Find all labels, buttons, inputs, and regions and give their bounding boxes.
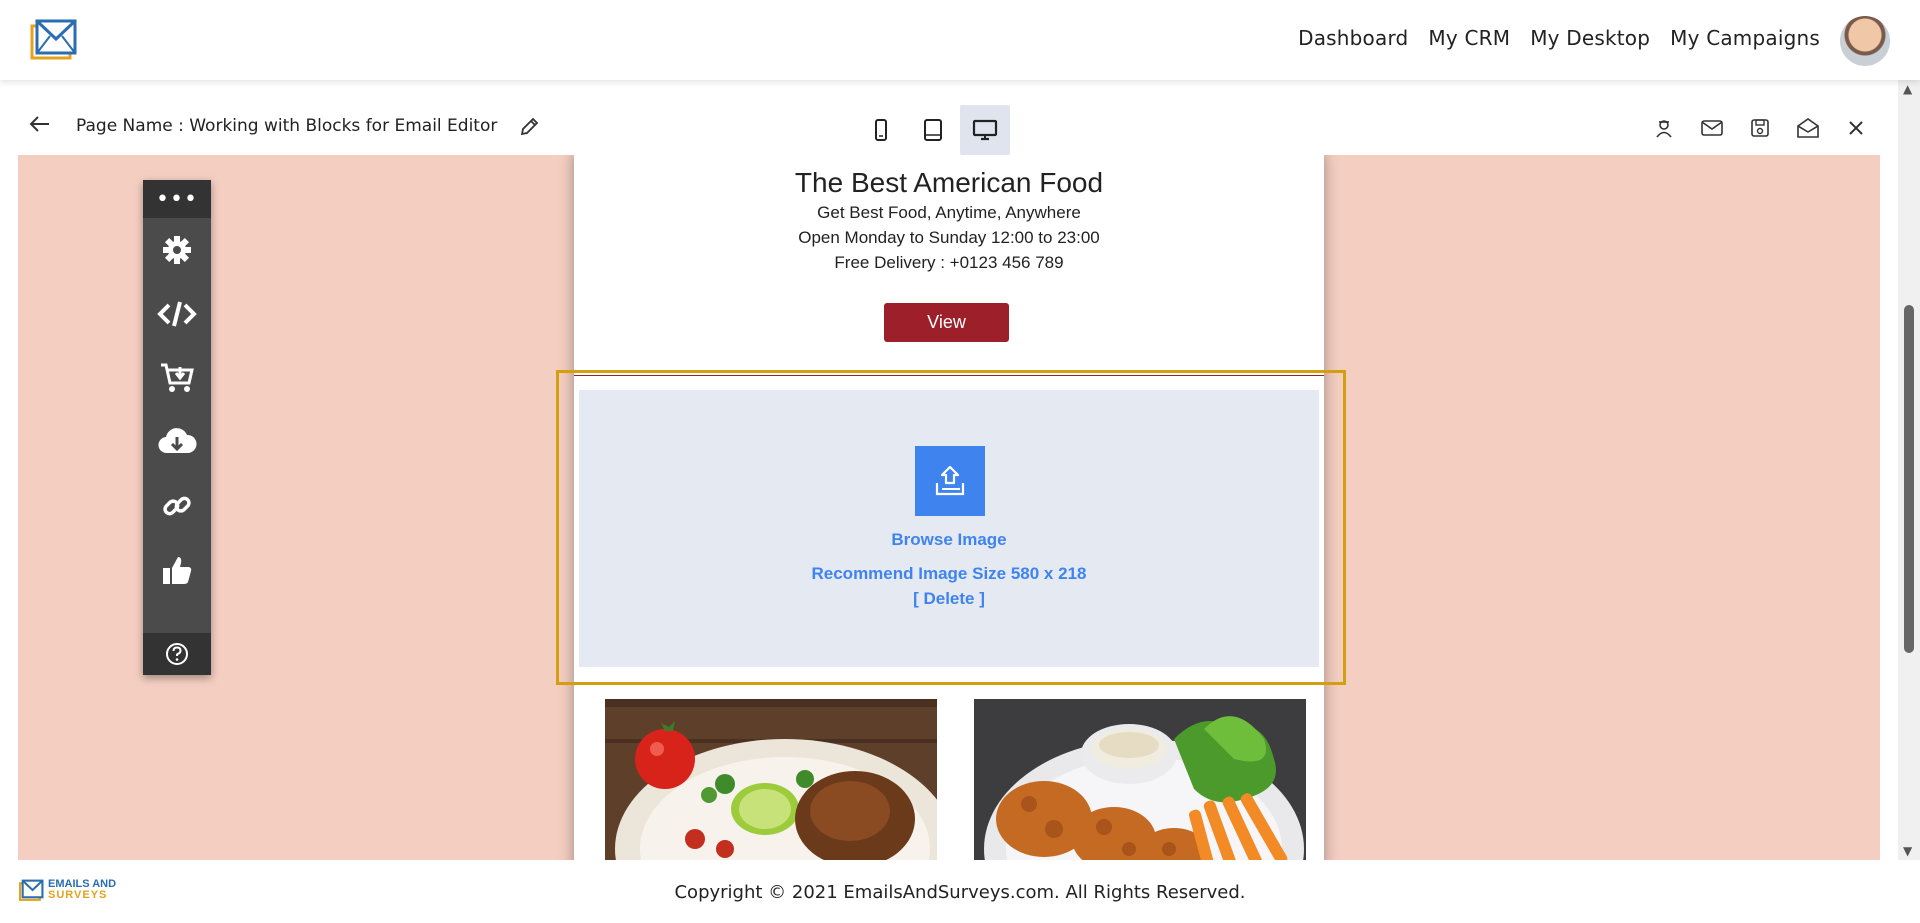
- email-delivery[interactable]: Free Delivery : +0123 456 789: [574, 253, 1324, 273]
- mobile-icon: [875, 119, 887, 141]
- upload-button[interactable]: [915, 446, 985, 516]
- back-arrow-icon[interactable]: [28, 114, 52, 134]
- delete-link[interactable]: [ Delete ]: [579, 589, 1319, 609]
- cart-tool[interactable]: [143, 346, 211, 410]
- desktop-view-button[interactable]: [960, 105, 1010, 155]
- scroll-down-arrow[interactable]: ▼: [1903, 844, 1912, 858]
- settings-tool[interactable]: [143, 218, 211, 282]
- code-tool[interactable]: [143, 282, 211, 346]
- cart-download-icon: [161, 363, 194, 392]
- nav-my-desktop[interactable]: My Desktop: [1530, 26, 1650, 50]
- browse-image-link[interactable]: Browse Image: [579, 530, 1319, 550]
- page-name: Page Name : Working with Blocks for Emai…: [76, 116, 498, 136]
- recommend-size-text: Recommend Image Size 580 x 218: [811, 564, 1087, 583]
- link-icon: [163, 496, 191, 516]
- scroll-thumb[interactable]: [1904, 305, 1914, 653]
- image-placeholder-block[interactable]: Browse Image Recommend Image Size 580 x …: [579, 390, 1319, 667]
- more-icon[interactable]: •••: [143, 180, 211, 218]
- email-tagline[interactable]: Get Best Food, Anytime, Anywhere: [574, 203, 1324, 223]
- editor-canvas: ••• The Best American Food Get Best Food…: [18, 155, 1880, 860]
- nav-my-crm[interactable]: My CRM: [1428, 26, 1510, 50]
- upload-icon: [935, 465, 965, 496]
- food-image-fried-chicken[interactable]: [974, 699, 1306, 860]
- close-icon[interactable]: [1844, 116, 1868, 140]
- envelope-logo-icon[interactable]: [28, 14, 78, 64]
- cloud-download-icon: [158, 428, 197, 454]
- scroll-up-arrow[interactable]: ▲: [1903, 82, 1912, 96]
- tools-panel: •••: [143, 180, 211, 675]
- editor-toolbar: Page Name : Working with Blocks for Emai…: [0, 80, 1898, 155]
- pencil-icon[interactable]: [518, 116, 540, 138]
- top-navbar: Dashboard My CRM My Desktop My Campaigns: [0, 0, 1920, 80]
- footer: EMAILS AND SURVEYS Copyright © 2021 Emai…: [0, 860, 1920, 923]
- open-mail-icon[interactable]: [1796, 116, 1820, 140]
- scrollbar[interactable]: ▲ ▼: [1898, 80, 1920, 860]
- desktop-icon: [972, 119, 998, 141]
- nav-my-campaigns[interactable]: My Campaigns: [1670, 26, 1820, 50]
- mobile-view-button[interactable]: [856, 105, 906, 155]
- avatar[interactable]: [1840, 16, 1890, 66]
- mail-icon[interactable]: [1700, 116, 1724, 140]
- tablet-view-button[interactable]: [908, 105, 958, 155]
- thumbs-up-icon: [163, 557, 192, 584]
- copyright-text: Copyright © 2021 EmailsAndSurveys.com. A…: [674, 882, 1246, 903]
- like-tool[interactable]: [143, 538, 211, 602]
- nav-dashboard[interactable]: Dashboard: [1298, 26, 1408, 50]
- cloud-download-tool[interactable]: [143, 410, 211, 474]
- tablet-icon: [924, 119, 942, 141]
- main-nav: Dashboard My CRM My Desktop My Campaigns: [1298, 26, 1820, 50]
- food-image-grilled-chicken[interactable]: [605, 699, 937, 860]
- food-photo-2: [974, 699, 1306, 860]
- email-title[interactable]: The Best American Food: [574, 167, 1324, 199]
- editor-actions: [1652, 116, 1868, 140]
- view-button[interactable]: View: [884, 303, 1009, 342]
- help-button[interactable]: [143, 633, 211, 675]
- code-icon: [157, 301, 197, 327]
- food-photo-1: [605, 699, 937, 860]
- link-tool[interactable]: [143, 474, 211, 538]
- gear-icon: [163, 236, 191, 264]
- save-icon[interactable]: [1748, 116, 1772, 140]
- spy-icon[interactable]: [1652, 116, 1676, 140]
- help-icon: [166, 643, 188, 665]
- email-hours[interactable]: Open Monday to Sunday 12:00 to 23:00: [574, 228, 1324, 248]
- device-switcher: [856, 105, 1010, 155]
